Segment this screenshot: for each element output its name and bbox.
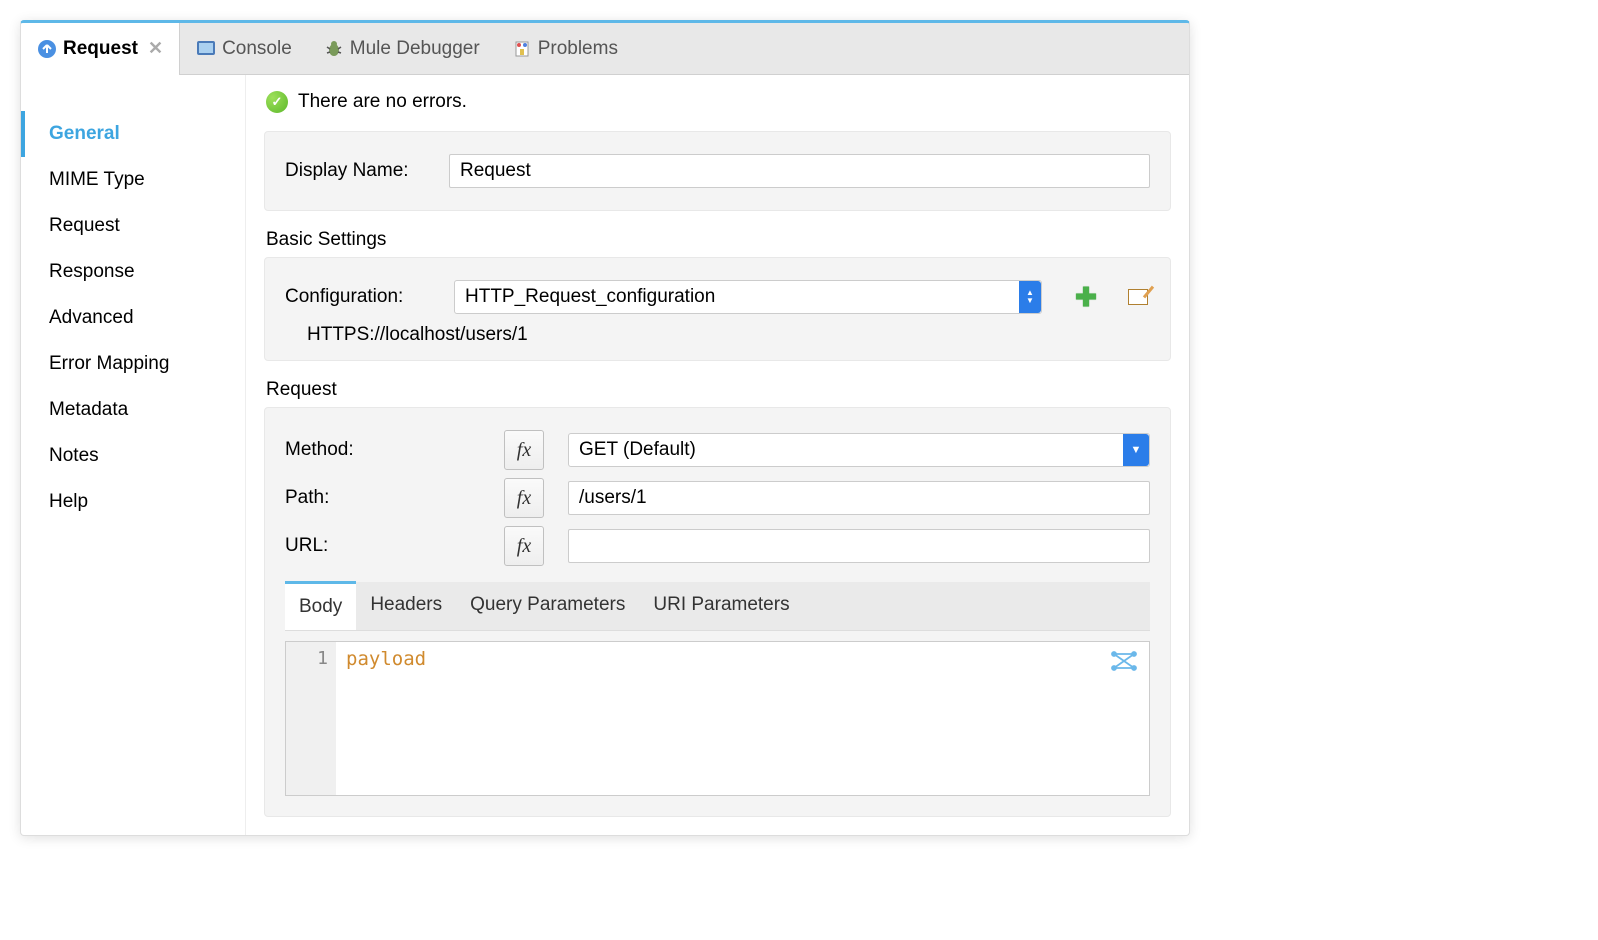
url-input[interactable] <box>568 529 1150 563</box>
check-icon: ✓ <box>266 91 288 113</box>
sub-tab-uri-parameters[interactable]: URI Parameters <box>639 582 803 630</box>
sidebar: General MIME Type Request Response Advan… <box>21 75 246 835</box>
url-preview: HTTPS://localhost/users/1 <box>307 324 1150 346</box>
method-label: Method: <box>285 439 490 461</box>
sidebar-item-notes[interactable]: Notes <box>21 433 245 479</box>
editor-content[interactable]: payload <box>336 642 1099 795</box>
sidebar-item-mime-type[interactable]: MIME Type <box>21 157 245 203</box>
configuration-label: Configuration: <box>285 286 440 308</box>
sub-tab-headers[interactable]: Headers <box>356 582 456 630</box>
chevron-down-icon[interactable]: ▼ <box>1123 434 1149 466</box>
sidebar-item-request[interactable]: Request <box>21 203 245 249</box>
request-icon <box>37 39 57 59</box>
display-name-input[interactable] <box>449 154 1150 188</box>
console-icon <box>196 39 216 59</box>
tab-console-label: Console <box>222 38 292 60</box>
display-name-panel: Display Name: <box>264 131 1171 211</box>
problems-icon <box>512 39 532 59</box>
chevron-updown-icon[interactable]: ▲▼ <box>1019 281 1041 313</box>
method-select[interactable]: ▼ <box>568 433 1150 467</box>
url-label: URL: <box>285 535 490 557</box>
tab-console[interactable]: Console <box>180 23 308 75</box>
request-panel: Method: fx ▼ Path: fx URL: fx <box>264 407 1171 817</box>
sidebar-item-metadata[interactable]: Metadata <box>21 387 245 433</box>
main-content: ✓ There are no errors. Display Name: Bas… <box>246 75 1189 835</box>
sidebar-item-general[interactable]: General <box>21 111 245 157</box>
configuration-select[interactable]: ▲▼ <box>454 280 1042 314</box>
tab-problems-label: Problems <box>538 38 618 60</box>
plus-icon: ✚ <box>1075 282 1097 313</box>
close-icon[interactable]: ✕ <box>148 38 163 59</box>
edit-configuration-button[interactable] <box>1126 285 1150 309</box>
fx-button-path[interactable]: fx <box>504 478 544 518</box>
sidebar-item-help[interactable]: Help <box>21 479 245 525</box>
basic-settings-panel: Configuration: ▲▼ ✚ <box>264 257 1171 361</box>
path-input[interactable] <box>568 481 1150 515</box>
dataweave-icon[interactable] <box>1099 642 1149 795</box>
sidebar-item-advanced[interactable]: Advanced <box>21 295 245 341</box>
sub-tab-body[interactable]: Body <box>285 581 356 630</box>
fx-button-url[interactable]: fx <box>504 526 544 566</box>
tab-request[interactable]: Request ✕ <box>21 23 180 75</box>
add-configuration-button[interactable]: ✚ <box>1074 285 1098 309</box>
sidebar-item-response[interactable]: Response <box>21 249 245 295</box>
bug-icon <box>324 39 344 59</box>
status-bar: ✓ There are no errors. <box>246 75 1189 125</box>
top-tab-bar: Request ✕ Console <box>21 23 1189 75</box>
body-editor[interactable]: 1 payload <box>285 641 1150 796</box>
fx-button-method[interactable]: fx <box>504 430 544 470</box>
basic-settings-heading: Basic Settings <box>266 229 1171 251</box>
sub-tab-query-parameters[interactable]: Query Parameters <box>456 582 639 630</box>
config-window: Request ✕ Console <box>20 20 1190 836</box>
display-name-label: Display Name: <box>285 160 435 182</box>
configuration-value[interactable] <box>454 280 1042 314</box>
method-value[interactable] <box>568 433 1150 467</box>
request-sub-tabs: Body Headers Query Parameters URI Parame… <box>285 582 1150 631</box>
tab-debugger[interactable]: Mule Debugger <box>308 23 496 75</box>
tab-request-label: Request <box>63 38 138 60</box>
tab-problems[interactable]: Problems <box>496 23 634 75</box>
status-message: There are no errors. <box>298 91 467 113</box>
path-label: Path: <box>285 487 490 509</box>
request-heading: Request <box>266 379 1171 401</box>
line-number: 1 <box>286 648 328 669</box>
tab-debugger-label: Mule Debugger <box>350 38 480 60</box>
body-layout: General MIME Type Request Response Advan… <box>21 75 1189 835</box>
editor-gutter: 1 <box>286 642 336 795</box>
sidebar-item-error-mapping[interactable]: Error Mapping <box>21 341 245 387</box>
edit-icon <box>1128 289 1148 305</box>
